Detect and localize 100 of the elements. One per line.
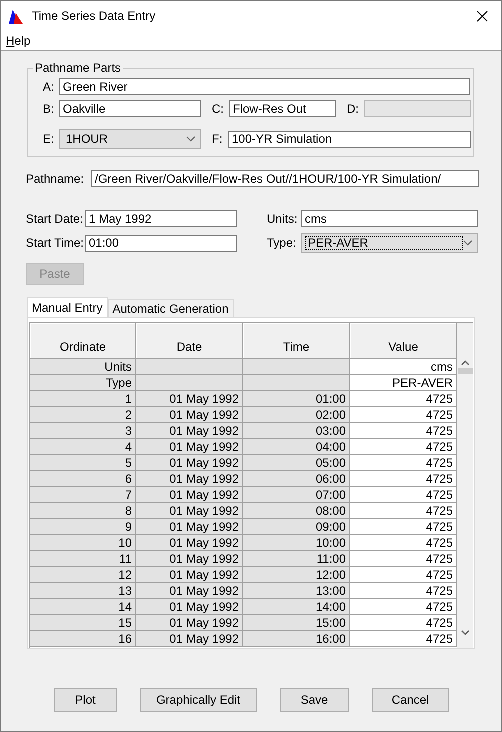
table-cell: 03:00 [243, 423, 350, 439]
table-cell: 06:00 [243, 471, 350, 487]
field-label: F: [212, 132, 224, 146]
table-cell: 6 [30, 471, 136, 487]
text-field[interactable]: cms [301, 210, 478, 227]
table-cell[interactable]: 4725 [350, 455, 457, 471]
table-cell[interactable]: 4725 [350, 599, 457, 615]
table-cell: 01 May 1992 [136, 615, 243, 631]
app-icon [9, 8, 25, 24]
table-cell: 01 May 1992 [136, 631, 243, 647]
text-field[interactable]: Oakville [59, 100, 201, 117]
field-label: C: [212, 102, 225, 116]
field-label: B: [43, 102, 56, 116]
scrollbar-thumb[interactable] [458, 368, 473, 374]
table-cell: 7 [30, 487, 136, 503]
tab[interactable]: Automatic Generation [108, 299, 234, 317]
table-cell: 01 May 1992 [136, 471, 243, 487]
text-field[interactable]: 100-YR Simulation [228, 130, 471, 148]
table-cell: 01 May 1992 [136, 567, 243, 583]
table-cell[interactable]: 4725 [350, 535, 457, 551]
table-cell: 04:00 [243, 439, 350, 455]
close-icon [476, 10, 488, 22]
dialog-button[interactable]: Graphically Edit [140, 688, 257, 712]
column-header[interactable]: Value [350, 323, 457, 359]
table-cell[interactable]: 4725 [350, 407, 457, 423]
table-cell[interactable]: 4725 [350, 471, 457, 487]
column-header[interactable]: Date [136, 323, 243, 359]
dialog-button[interactable]: Plot [54, 688, 117, 712]
dropdown[interactable]: 1HOUR [59, 129, 201, 149]
chevron-down-icon [186, 136, 196, 142]
group-legend: Pathname Parts [33, 61, 124, 75]
table-cell: 01 May 1992 [136, 407, 243, 423]
table-cell[interactable]: 4725 [350, 567, 457, 583]
table-cell: 09:00 [243, 519, 350, 535]
table-cell[interactable]: cms [350, 359, 457, 375]
table-cell: 01 May 1992 [136, 439, 243, 455]
table-cell: 9 [30, 519, 136, 535]
table-cell[interactable]: 4725 [350, 615, 457, 631]
table-cell: 13 [30, 583, 136, 599]
scroll-up-icon [461, 360, 470, 366]
table-cell: 08:00 [243, 503, 350, 519]
table-cell: 01 May 1992 [136, 535, 243, 551]
table-cell[interactable]: 4725 [350, 551, 457, 567]
field-label: Start Time: [26, 236, 85, 250]
chevron-down-icon [463, 240, 473, 246]
table-cell: 01:00 [243, 391, 350, 407]
field-label: D: [347, 102, 360, 116]
table-cell: 07:00 [243, 487, 350, 503]
table-cell: 01 May 1992 [136, 551, 243, 567]
table-cell[interactable]: 4725 [350, 423, 457, 439]
table-cell: 11 [30, 551, 136, 567]
menu-item[interactable]: Help [6, 34, 31, 48]
table-cell: 16:00 [243, 631, 350, 647]
table-cell: 5 [30, 455, 136, 471]
table-cell[interactable]: 4725 [350, 631, 457, 647]
table-cell: 01 May 1992 [136, 423, 243, 439]
scrollbar[interactable] [457, 323, 473, 648]
table-cell[interactable]: 4725 [350, 439, 457, 455]
table-cell: 02:00 [243, 407, 350, 423]
text-field[interactable]: Flow-Res Out [229, 100, 336, 117]
table-cell: 2 [30, 407, 136, 423]
dialog-button[interactable]: Save [280, 688, 349, 712]
field-label: E: [43, 132, 56, 146]
dialog-button[interactable]: Cancel [372, 688, 449, 712]
table-cell: 01 May 1992 [136, 391, 243, 407]
text-field[interactable]: Green River [59, 78, 470, 95]
row-header: Units [30, 359, 136, 375]
table-cell: 16 [30, 631, 136, 647]
table-cell: 11:00 [243, 551, 350, 567]
table-cell[interactable]: 4725 [350, 583, 457, 599]
table-cell: 01 May 1992 [136, 519, 243, 535]
scroll-down-icon [461, 630, 470, 636]
dropdown[interactable]: PER-AVER [301, 233, 478, 253]
table-cell: 10 [30, 535, 136, 551]
text-field[interactable]: /Green River/Oakville/Flow-Res Out//1HOUR/100-YR Simulation/ [91, 170, 479, 187]
row-header: Type [30, 375, 136, 391]
table-cell: 01 May 1992 [136, 503, 243, 519]
column-header[interactable]: Ordinate [30, 323, 136, 359]
field-label: A: [43, 80, 56, 94]
table-cell: 05:00 [243, 455, 350, 471]
field-label: Units: [267, 212, 299, 226]
text-field[interactable]: 1 May 1992 [85, 210, 237, 227]
table-cell: 10:00 [243, 535, 350, 551]
table-cell[interactable]: 4725 [350, 519, 457, 535]
table-cell: 12:00 [243, 567, 350, 583]
table-cell: 15 [30, 615, 136, 631]
table-cell: 14:00 [243, 599, 350, 615]
text-field[interactable]: 01:00 [85, 234, 237, 252]
table-cell[interactable]: 4725 [350, 487, 457, 503]
column-header[interactable]: Time [243, 323, 350, 359]
table-cell: 14 [30, 599, 136, 615]
tab[interactable]: Manual Entry [27, 297, 108, 318]
table-cell[interactable]: PER-AVER [350, 375, 457, 391]
table-cell: 4 [30, 439, 136, 455]
table-cell: 01 May 1992 [136, 455, 243, 471]
table-cell[interactable]: 4725 [350, 503, 457, 519]
table-cell: 13:00 [243, 583, 350, 599]
field-label: Start Date: [26, 212, 84, 226]
table-cell[interactable]: 4725 [350, 391, 457, 407]
table-cell: 1 [30, 391, 136, 407]
